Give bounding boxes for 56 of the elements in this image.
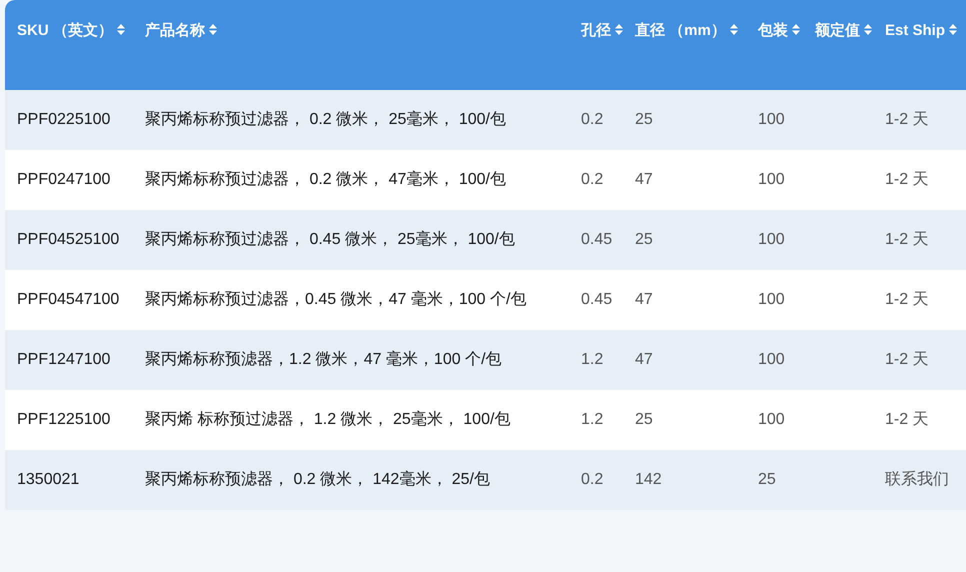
table-cell: 25 (635, 111, 653, 128)
sort-icon[interactable] (208, 23, 218, 36)
table-cell: PPF1247100 (17, 351, 110, 368)
table-cell: PPF0225100 (17, 111, 110, 128)
table-cell: 聚丙烯标称预过滤器， 0.2 微米， 25毫米， 100/包 (145, 111, 506, 128)
table-cell: 1-2 天 (885, 291, 929, 308)
table-cell: 25 (635, 231, 653, 248)
table-cell: 0.2 (581, 111, 604, 128)
table-cell: PPF0247100 (17, 171, 110, 188)
sort-icon[interactable] (791, 23, 801, 36)
table-cell: 100 (758, 171, 785, 188)
table-cell: 0.2 (581, 471, 604, 488)
table-cell: 100 (758, 411, 785, 428)
sort-icon[interactable] (614, 23, 624, 36)
table-cell: 聚丙烯标称预过滤器， 0.45 微米， 25毫米， 100/包 (145, 231, 515, 248)
table-cell: 25 (635, 411, 653, 428)
table-cell: 联系我们 (885, 471, 949, 488)
table-cell: 1350021 (17, 471, 80, 488)
sort-icon[interactable] (948, 23, 958, 36)
column-header[interactable]: 包装 (756, 0, 813, 90)
table-cell: 聚丙烯 标称预过滤器， 1.2 微米， 25毫米， 100/包 (145, 411, 510, 428)
table-cell: 47 (635, 171, 653, 188)
table-cell: 聚丙烯标称预过滤器， 0.2 微米， 47毫米， 100/包 (145, 171, 506, 188)
sort-icon[interactable] (863, 23, 873, 36)
table-cell: 0.45 (581, 231, 612, 248)
column-header[interactable]: 孔径 (579, 0, 633, 90)
table-cell: 1-2 天 (885, 111, 929, 128)
table-cell: PPF04547100 (17, 291, 120, 308)
table-cell: 聚丙烯标称预滤器， 0.2 微米， 142毫米， 25/包 (145, 471, 490, 488)
table-cell: 1-2 天 (885, 231, 929, 248)
table-cell: 100 (758, 351, 785, 368)
table-cell: 47 (635, 351, 653, 368)
sort-icon[interactable] (116, 23, 126, 36)
table-cell: 47 (635, 291, 653, 308)
table-cell: 100 (758, 291, 785, 308)
table-cell: 100 (758, 231, 785, 248)
table-cell: 聚丙烯标称预滤器，1.2 微米，47 毫米，100 个/包 (145, 351, 502, 368)
table-cell: 聚丙烯标称预过滤器，0.45 微米，47 毫米，100 个/包 (145, 291, 526, 308)
table-cell: 1-2 天 (885, 171, 929, 188)
table-cell: 0.45 (581, 291, 612, 308)
column-header[interactable]: 直径 （mm） (633, 0, 756, 90)
table-cell: PPF1225100 (17, 411, 110, 428)
table-cell: 1-2 天 (885, 351, 929, 368)
column-header[interactable]: SKU （英文） (5, 0, 143, 90)
sort-icon[interactable] (728, 23, 739, 36)
table-cell: PPF04525100 (17, 231, 120, 248)
table-cell: 1.2 (581, 411, 604, 428)
table-cell: 142 (635, 471, 662, 488)
table-cell: 25 (758, 471, 776, 488)
column-header[interactable]: 额定值 (813, 0, 883, 90)
table-cell: 1-2 天 (885, 411, 929, 428)
column-header[interactable]: 产品名称 (143, 0, 579, 90)
table-cell: 1.2 (581, 351, 604, 368)
table-cell: 0.2 (581, 171, 604, 188)
column-header[interactable]: Est Ship (883, 0, 966, 90)
table-cell: 100 (758, 111, 785, 128)
